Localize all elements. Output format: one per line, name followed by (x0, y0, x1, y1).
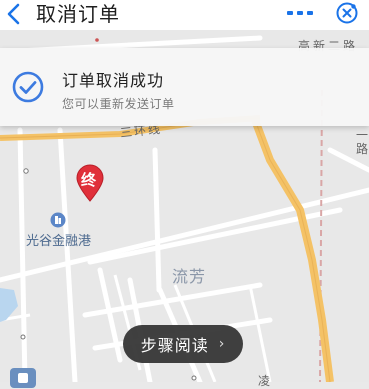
banner-subtitle: 您可以重新发送订单 (62, 97, 175, 111)
step-reading-button[interactable]: 步骤阅读 › (123, 325, 243, 363)
cancel-success-banner: 订单取消成功 您可以重新发送订单 (0, 48, 369, 126)
chevron-left-icon[interactable] (3, 2, 25, 26)
check-circle-icon (12, 71, 44, 103)
road-label-right: 一路 (356, 128, 369, 156)
location-badge-icon (10, 368, 36, 388)
poi-label[interactable]: 光谷金融港 (26, 230, 91, 249)
destination-pin-label: 终 (81, 171, 97, 189)
step-reading-label: 步骤阅读 (140, 336, 209, 355)
more-dots-icon[interactable] (285, 4, 315, 22)
close-circle-icon[interactable] (335, 1, 359, 25)
page-title: 取消订单 (36, 2, 120, 26)
chevron-right-icon: › (218, 336, 226, 352)
bottom-road-label: 凌 (258, 374, 274, 388)
building-icon[interactable] (50, 212, 66, 228)
banner-title: 订单取消成功 (62, 71, 165, 90)
top-bar: 取消订单 (0, 0, 369, 30)
district-label: 流芳 (172, 267, 207, 286)
